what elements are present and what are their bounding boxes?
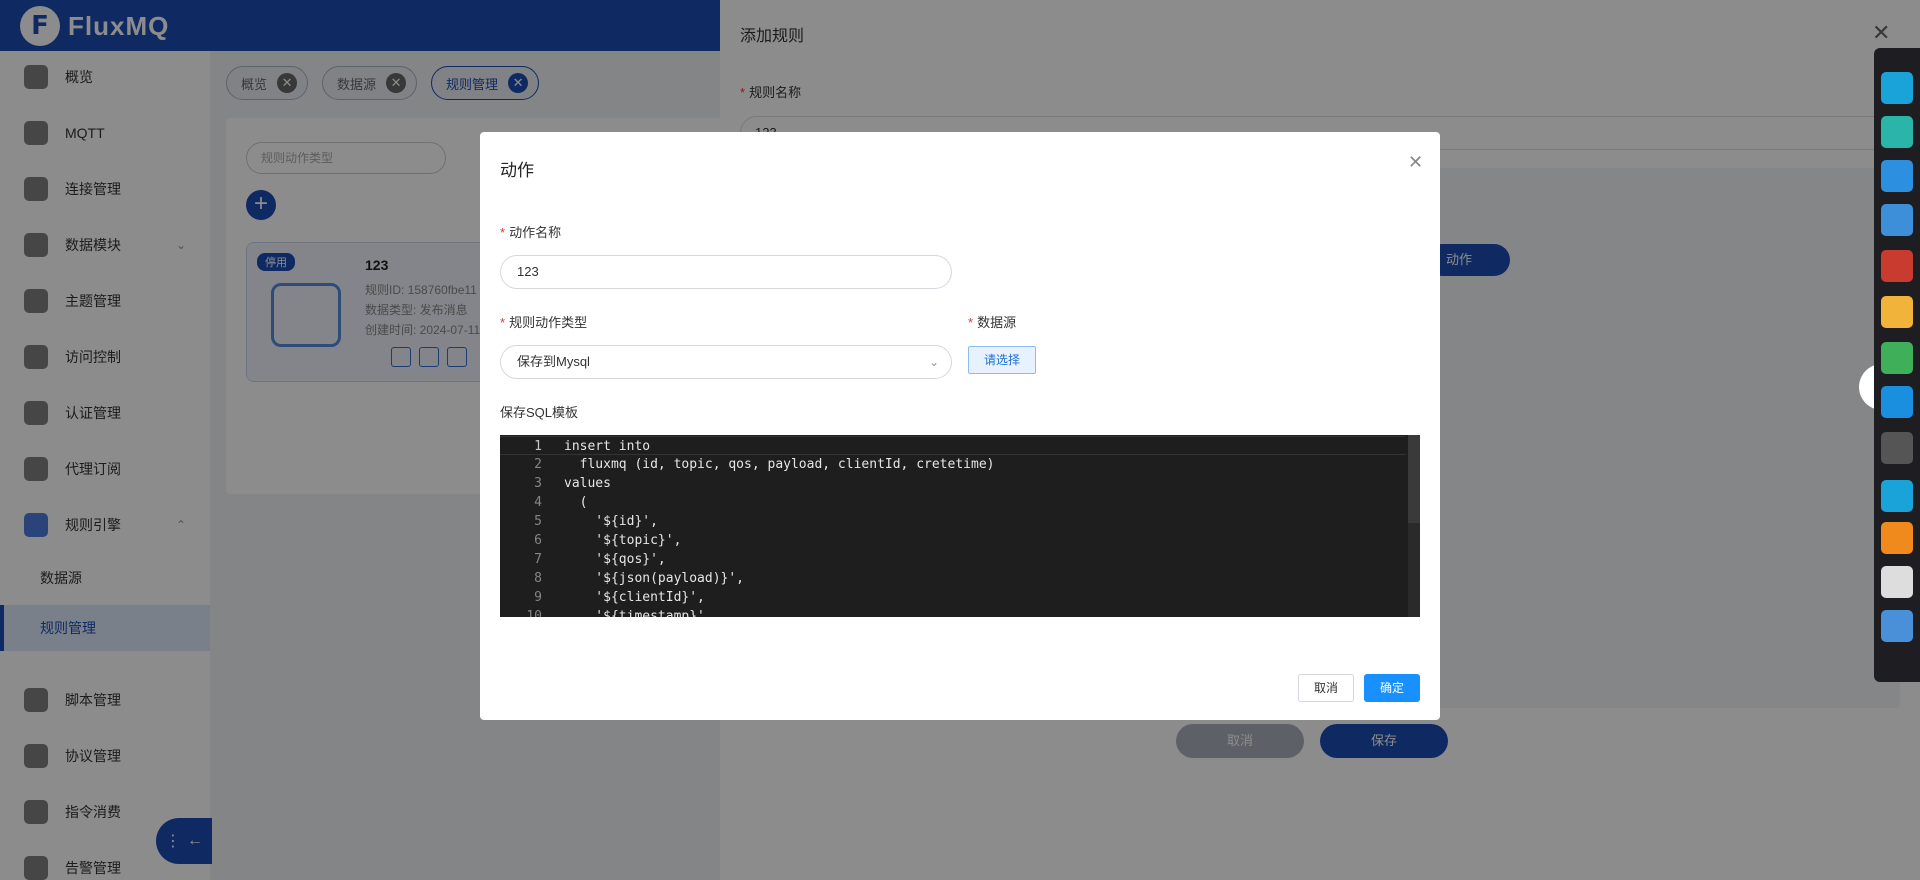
remote-icon[interactable] <box>1881 480 1913 512</box>
archive-icon[interactable] <box>1881 250 1913 282</box>
confirm-button[interactable]: 确定 <box>1364 674 1420 702</box>
code-line[interactable]: 7 '${qos}', <box>500 550 1406 569</box>
line-number: 2 <box>534 457 542 472</box>
code-text: insert into <box>564 439 651 454</box>
line-number: 6 <box>534 533 542 548</box>
more-icon[interactable] <box>1881 432 1913 464</box>
line-number: 9 <box>534 590 542 605</box>
code-text: '${json(payload)}', <box>564 571 745 586</box>
scrollbar-thumb[interactable] <box>1408 435 1420 523</box>
action-type-value: 保存到Mysql <box>517 354 590 369</box>
search-icon[interactable] <box>1881 522 1913 554</box>
action-name-label: * 动作名称 <box>500 225 562 240</box>
line-number: 8 <box>534 571 542 586</box>
line-number: 1 <box>534 439 542 454</box>
app-dock <box>1874 48 1920 682</box>
code-line[interactable]: 3 values <box>500 474 1406 493</box>
list-icon[interactable] <box>1881 204 1913 236</box>
line-number: 7 <box>534 552 542 567</box>
line-number: 10 <box>526 609 542 617</box>
code-text: '${id}', <box>564 514 658 529</box>
code-line[interactable]: 10 '${timestamp}', <box>500 607 1406 617</box>
folder-icon[interactable] <box>1881 296 1913 328</box>
code-text: '${topic}', <box>564 533 682 548</box>
code-line[interactable]: 8 '${json(payload)}', <box>500 569 1406 588</box>
code-text: fluxmq (id, topic, qos, payload, clientI… <box>564 457 995 472</box>
sql-editor[interactable]: 10 '${timestamp}', 9 '${clientId}', 8 '${j… <box>500 435 1420 617</box>
chevron-down-icon: ⌄ <box>928 355 939 369</box>
gear-icon[interactable] <box>1881 610 1913 642</box>
code-line[interactable]: 1 insert into <box>500 436 1406 455</box>
line-number: 5 <box>534 514 542 529</box>
code-line[interactable]: 2 fluxmq (id, topic, qos, payload, clien… <box>500 455 1406 474</box>
code-text: values <box>564 476 611 491</box>
close-icon[interactable]: ✕ <box>1408 152 1423 173</box>
user-icon[interactable] <box>1881 116 1913 148</box>
select-datasource-button[interactable]: 请选择 <box>968 346 1036 374</box>
video-icon[interactable] <box>1881 386 1913 418</box>
datasource-label: * 数据源 <box>968 315 1017 330</box>
crown-icon[interactable] <box>1881 566 1913 598</box>
action-name-input[interactable]: 123 <box>500 255 952 289</box>
code-line[interactable]: 4 ( <box>500 493 1406 512</box>
line-number: 3 <box>534 476 542 491</box>
editor-scrollbar[interactable] <box>1408 435 1420 617</box>
code-line[interactable]: 5 '${id}', <box>500 512 1406 531</box>
modal-title: 动作 <box>500 161 534 180</box>
shortcut-icon[interactable] <box>1881 160 1913 192</box>
cancel-button[interactable]: 取消 <box>1298 674 1354 702</box>
line-number: 4 <box>534 495 542 510</box>
image-icon[interactable] <box>1881 342 1913 374</box>
code-text: ( <box>564 495 588 510</box>
code-line[interactable]: 6 '${topic}', <box>500 531 1406 550</box>
code-text: '${clientId}', <box>564 590 705 605</box>
code-text: '${qos}', <box>564 552 666 567</box>
action-type-select[interactable]: 保存到Mysql ⌄ <box>500 345 952 379</box>
sql-template-label: 保存SQL模板 <box>500 405 579 420</box>
code-text: '${timestamp}', <box>564 609 713 617</box>
desktop-icon[interactable] <box>1881 72 1913 104</box>
action-modal: 动作 ✕ * 动作名称 123 * 规则动作类型 保存到Mysql ⌄ * 数据源 请… <box>480 132 1440 720</box>
code-line[interactable]: 9 '${clientId}', <box>500 588 1406 607</box>
action-type-label: * 规则动作类型 <box>500 315 588 330</box>
